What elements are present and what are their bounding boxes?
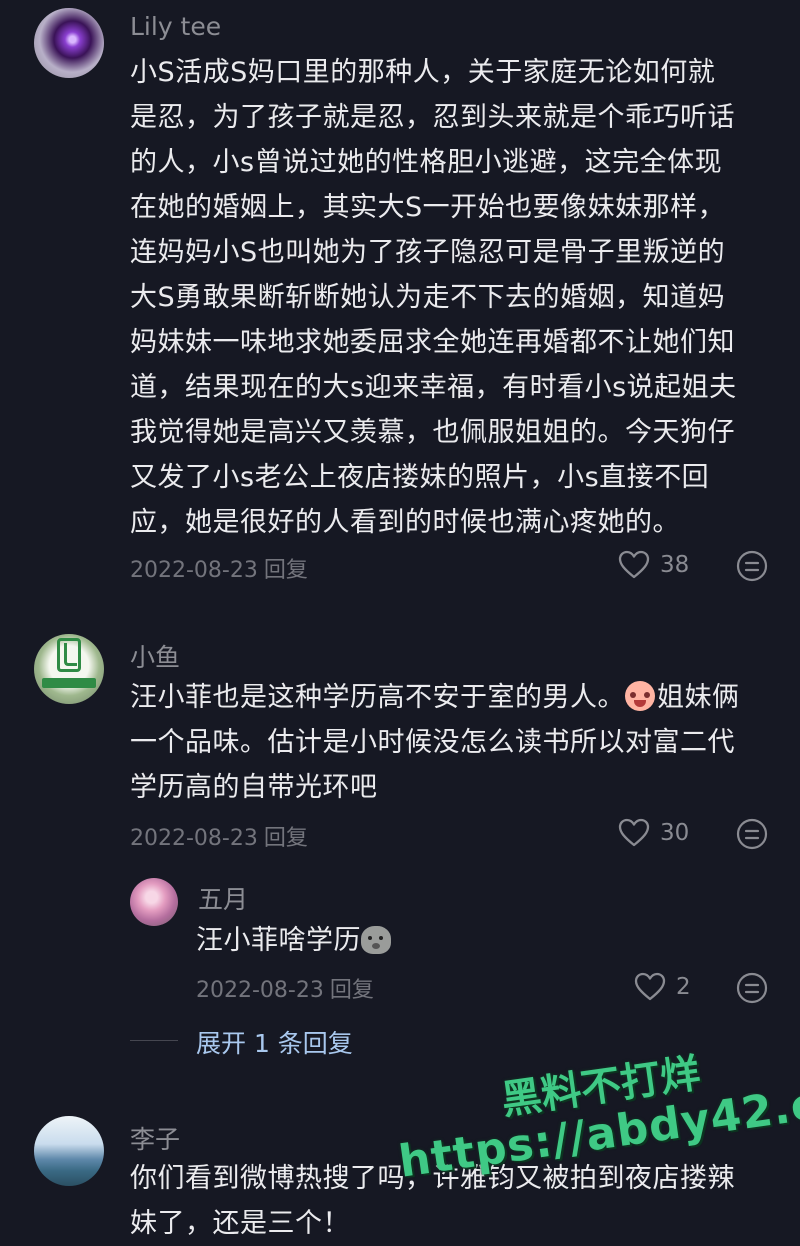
comment-date: 2022-08-23	[130, 558, 258, 583]
heart-icon	[618, 818, 650, 847]
comment-author[interactable]: 李子	[130, 1120, 180, 1156]
comment-line: 汪小菲也是这种学历高不安于室的男人。 姐妹俩	[130, 675, 780, 720]
reply-meta: 2022-08-23 回复	[196, 972, 374, 1004]
comment-line: 学历高的自带光环吧	[130, 772, 378, 803]
watermark-title: 黑料不打烊	[498, 1050, 704, 1124]
heart-icon	[634, 972, 666, 1001]
reply-date: 2022-08-23	[196, 978, 324, 1003]
comment-line: 应，她是很好的人看到的时候也满心疼她的。	[130, 507, 680, 538]
avatar[interactable]	[130, 878, 178, 926]
like-count: 2	[676, 974, 691, 1000]
stone-emoji-icon	[361, 926, 391, 954]
more-icon[interactable]	[736, 972, 768, 1004]
like-button[interactable]: 2	[634, 972, 691, 1002]
avatar[interactable]	[34, 634, 104, 704]
comment-line: 你们看到微博热搜了吗，许雅钧又被拍到夜店搂辣	[130, 1163, 735, 1194]
expand-replies-button[interactable]: 展开 1 条回复	[196, 1024, 353, 1060]
more-icon[interactable]	[736, 550, 768, 582]
comment-author[interactable]: 小鱼	[130, 638, 180, 674]
comment-line: 在她的婚姻上，其实大S一开始也要像妹妹那样，	[130, 192, 726, 223]
reply-text-content: 汪小菲啥学历	[196, 925, 361, 956]
comment-text: 小S活成S妈口里的那种人，关于家庭无论如何就 是忍，为了孩子就是忍，忍到头来就是…	[130, 50, 780, 545]
like-button[interactable]: 38	[618, 550, 689, 580]
comment-line: 一个品味。估计是小时候没怎么读书所以对富二代	[130, 727, 735, 758]
comment-line: 我觉得她是高兴又羡慕，也佩服姐姐的。今天狗仔	[130, 417, 735, 448]
reply-text: 汪小菲啥学历	[196, 918, 391, 963]
comment-line: 妹了，还是三个！	[130, 1208, 350, 1239]
crying-emoji-icon	[625, 681, 655, 711]
avatar-logo	[57, 638, 81, 672]
reply-button[interactable]: 回复	[264, 826, 308, 851]
comment-line: 妈妹妹一味地求她委屈求全她连再婚都不让她们知	[130, 327, 735, 358]
avatar[interactable]	[34, 1116, 104, 1186]
comment-line-part: 汪小菲也是这种学历高不安于室的男人。	[130, 682, 625, 713]
comment-text: 你们看到微博热搜了吗，许雅钧又被拍到夜店搂辣 妹了，还是三个！	[130, 1156, 780, 1246]
comment-date: 2022-08-23	[130, 826, 258, 851]
avatar-banner	[42, 678, 96, 688]
comment-line: 大S勇敢果断斩断她认为走不下去的婚姻，知道妈	[130, 282, 726, 313]
comment-author[interactable]: Lily tee	[130, 12, 221, 41]
comment-line: 道，结果现在的大s迎来幸福，有时看小s说起姐夫	[130, 372, 737, 403]
reply-author[interactable]: 五月	[198, 880, 248, 916]
comment-line: 是忍，为了孩子就是忍，忍到头来就是个乖巧听话	[130, 102, 735, 133]
comment-text: 汪小菲也是这种学历高不安于室的男人。 姐妹俩 一个品味。估计是小时候没怎么读书所以…	[130, 675, 780, 810]
avatar[interactable]	[34, 8, 104, 78]
comment-meta: 2022-08-23 回复	[130, 820, 308, 852]
comment-line: 又发了小s老公上夜店搂妹的照片，小s直接不回	[130, 462, 710, 493]
comment-line-part: 姐妹俩	[657, 682, 740, 713]
like-button[interactable]: 30	[618, 818, 689, 848]
comment-line: 小S活成S妈口里的那种人，关于家庭无论如何就	[130, 57, 716, 88]
reply-button[interactable]: 回复	[330, 978, 374, 1003]
heart-icon	[618, 550, 650, 579]
comment-meta: 2022-08-23 回复	[130, 552, 308, 584]
comment-line: 连妈妈小S也叫她为了孩子隐忍可是骨子里叛逆的	[130, 237, 726, 268]
like-count: 30	[660, 820, 690, 846]
divider	[130, 1040, 178, 1041]
comment-line: 的人，小s曾说过她的性格胆小逃避，这完全体现	[130, 147, 723, 178]
reply-button[interactable]: 回复	[264, 558, 308, 583]
like-count: 38	[660, 552, 690, 578]
more-icon[interactable]	[736, 818, 768, 850]
